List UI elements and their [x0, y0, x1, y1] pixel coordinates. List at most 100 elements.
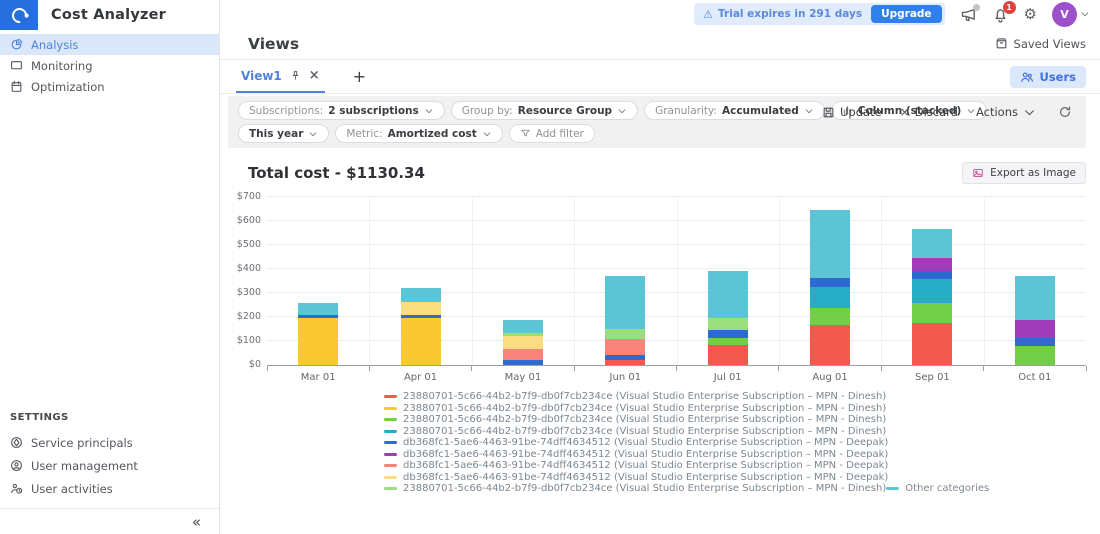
bar-segment[interactable] — [503, 320, 543, 333]
chevron-down-icon — [1080, 9, 1090, 19]
bar-segment[interactable] — [401, 302, 441, 315]
legend-item[interactable]: db368fc1-5ae6-4463-91be-74dff4634512 (Vi… — [384, 437, 888, 448]
bar-apr-01[interactable] — [401, 288, 441, 365]
settings-section: SETTINGS Service principalsUser manageme… — [0, 412, 219, 500]
x-axis-tick-label: Mar 01 — [267, 372, 369, 383]
bar-segment[interactable] — [912, 271, 952, 279]
sidebar-item-user-management[interactable]: User management — [0, 454, 219, 477]
bar-segment[interactable] — [503, 349, 543, 360]
tab-close-button[interactable]: × — [309, 69, 320, 82]
filter-pill-group-by[interactable]: Group by:Resource Group — [451, 101, 638, 120]
user-menu[interactable]: V — [1052, 2, 1090, 27]
page-title: Views — [248, 35, 299, 53]
sidebar-item-label: Service principals — [31, 436, 133, 450]
bar-segment[interactable] — [810, 287, 850, 308]
bar-segment[interactable] — [401, 318, 441, 365]
bar-segment[interactable] — [298, 303, 338, 315]
pin-icon[interactable] — [290, 70, 301, 81]
y-axis-tick-label: $0 — [221, 359, 261, 370]
refresh-button[interactable] — [1058, 105, 1072, 119]
legend-label: Other categories — [905, 483, 989, 494]
bar-mar-01[interactable] — [298, 303, 338, 365]
bar-segment[interactable] — [810, 278, 850, 287]
topbar: ⚠ Trial expires in 291 days Upgrade 1 ⚙ … — [220, 0, 1100, 28]
filter-pill-this-year[interactable]: This year — [238, 124, 329, 143]
legend-item[interactable]: db368fc1-5ae6-4463-91be-74dff4634512 (Vi… — [384, 460, 888, 471]
sidebar-item-optimization[interactable]: Optimization — [0, 76, 219, 97]
bar-segment[interactable] — [1015, 346, 1055, 365]
sidebar-item-label: Optimization — [31, 80, 105, 94]
bar-segment[interactable] — [503, 336, 543, 349]
bar-segment[interactable] — [298, 318, 338, 365]
trial-text-wrap: ⚠ Trial expires in 291 days — [703, 8, 862, 20]
upgrade-button[interactable]: Upgrade — [871, 5, 941, 23]
collapse-sidebar-button[interactable]: « — [192, 513, 201, 531]
sidebar-item-user-activities[interactable]: User activities — [0, 477, 219, 500]
legend-item[interactable]: db368fc1-5ae6-4463-91be-74dff4634512 (Vi… — [384, 449, 888, 460]
bar-segment[interactable] — [605, 329, 645, 339]
announcements-button[interactable] — [960, 6, 977, 23]
bar-jul-01[interactable] — [708, 271, 748, 365]
legend-item[interactable]: 23880701-5c66-44b2-b7f9-db0f7cb234ce (Vi… — [384, 403, 886, 414]
bar-slot — [574, 198, 676, 365]
y-axis-tick-label: $500 — [221, 239, 261, 250]
chevron-down-icon — [1023, 106, 1036, 119]
bar-segment[interactable] — [912, 303, 952, 323]
bar-segment[interactable] — [912, 258, 952, 271]
legend-item[interactable]: 23880701-5c66-44b2-b7f9-db0f7cb234ce (Vi… — [384, 426, 886, 437]
settings-gear-button[interactable]: ⚙ — [1024, 7, 1037, 22]
bar-oct-01[interactable] — [1015, 276, 1055, 365]
bar-segment[interactable] — [1015, 276, 1055, 319]
bar-segment[interactable] — [708, 271, 748, 317]
discard-button[interactable]: × Discard — [900, 105, 958, 119]
bar-sep-01[interactable] — [912, 229, 952, 365]
x-axis-tick-label: Aug 01 — [779, 372, 881, 383]
legend-item[interactable]: db368fc1-5ae6-4463-91be-74dff4634512 (Vi… — [384, 472, 888, 483]
bar-segment[interactable] — [605, 276, 645, 328]
saved-views-button[interactable]: Saved Views — [995, 37, 1086, 51]
bar-segment[interactable] — [708, 345, 748, 365]
sidebar-item-service-principals[interactable]: Service principals — [0, 431, 219, 454]
filter-pill-metric[interactable]: Metric:Amortized cost — [335, 124, 502, 143]
legend-item[interactable]: 23880701-5c66-44b2-b7f9-db0f7cb234ce (Vi… — [384, 414, 886, 425]
legend-item[interactable]: Other categories — [886, 483, 989, 494]
bar-segment[interactable] — [1015, 338, 1055, 346]
bar-segment[interactable] — [605, 360, 645, 365]
notifications-button[interactable]: 1 — [992, 6, 1009, 23]
tab-view1[interactable]: View1 × — [236, 60, 325, 93]
users-button[interactable]: Users — [1010, 66, 1087, 88]
users-button-label: Users — [1040, 70, 1077, 84]
actions-dropdown[interactable]: Actions — [976, 105, 1036, 119]
bar-segment[interactable] — [810, 325, 850, 365]
filter-pill-add-filter[interactable]: Add filter — [509, 124, 595, 143]
x-axis-tick — [778, 366, 779, 371]
sidebar-item-analysis[interactable]: Analysis — [0, 34, 219, 55]
image-icon — [972, 167, 984, 179]
bar-jun-01[interactable] — [605, 276, 645, 365]
bar-segment[interactable] — [810, 210, 850, 278]
bar-segment[interactable] — [912, 229, 952, 259]
avatar[interactable]: V — [1052, 2, 1077, 27]
bar-may-01[interactable] — [503, 320, 543, 365]
legend-item[interactable]: 23880701-5c66-44b2-b7f9-db0f7cb234ce (Vi… — [384, 483, 886, 494]
bar-segment[interactable] — [605, 339, 645, 355]
bar-segment[interactable] — [708, 330, 748, 339]
sidebar-item-monitoring[interactable]: Monitoring — [0, 55, 219, 76]
export-image-button[interactable]: Export as Image — [962, 162, 1086, 184]
legend-row: db368fc1-5ae6-4463-91be-74dff4634512 (Vi… — [384, 437, 1100, 449]
bar-segment[interactable] — [503, 360, 543, 365]
bar-segment[interactable] — [401, 288, 441, 302]
bar-slot — [267, 198, 369, 365]
logo-ring-icon — [8, 4, 29, 25]
bar-segment[interactable] — [810, 308, 850, 325]
legend-item[interactable]: 23880701-5c66-44b2-b7f9-db0f7cb234ce (Vi… — [384, 391, 886, 402]
filter-pill-granularity[interactable]: Granularity:Accumulated — [644, 101, 825, 120]
bar-segment[interactable] — [1015, 320, 1055, 338]
bar-segment[interactable] — [912, 279, 952, 303]
bar-segment[interactable] — [912, 323, 952, 365]
filter-pill-subscriptions[interactable]: Subscriptions:2 subscriptions — [238, 101, 445, 120]
bar-aug-01[interactable] — [810, 210, 850, 365]
bar-segment[interactable] — [708, 318, 748, 330]
add-tab-button[interactable]: + — [353, 67, 366, 86]
update-button[interactable]: Update — [822, 105, 882, 119]
